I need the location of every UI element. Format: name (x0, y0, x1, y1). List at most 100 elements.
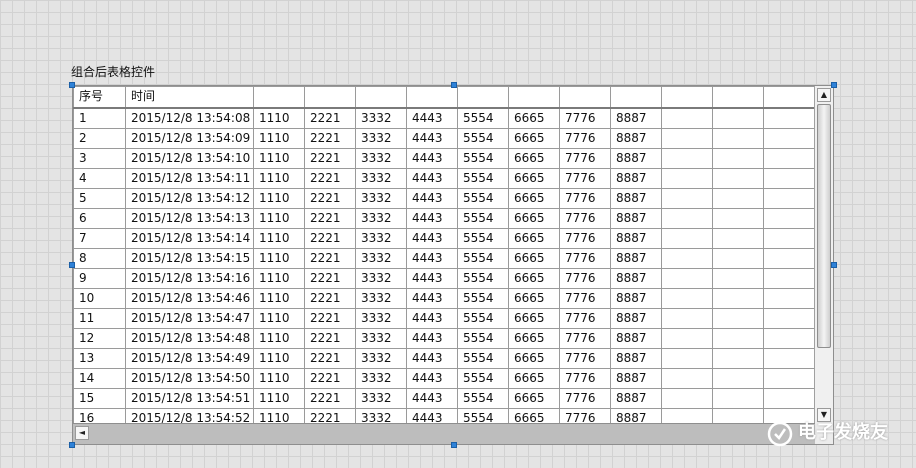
table-cell[interactable]: 3332 (355, 147, 407, 169)
table-cell[interactable] (763, 387, 815, 409)
table-cell[interactable]: 5554 (457, 187, 509, 209)
table-cell[interactable]: 3332 (355, 347, 407, 369)
table-cell[interactable]: 3332 (355, 207, 407, 229)
table-cell[interactable]: 1 (73, 107, 126, 129)
table-cell[interactable]: 2015/12/8 13:54:48 (125, 327, 254, 349)
table-cell[interactable]: 14 (73, 367, 126, 389)
table-cell[interactable] (661, 307, 713, 329)
table-cell[interactable]: 6665 (508, 347, 560, 369)
table-cell[interactable]: 1110 (253, 187, 305, 209)
table-cell[interactable] (661, 107, 713, 129)
table-cell[interactable]: 3332 (355, 287, 407, 309)
table-cell[interactable]: 7776 (559, 347, 611, 369)
table-cell[interactable] (763, 287, 815, 309)
table-cell[interactable]: 3332 (355, 187, 407, 209)
table-cell[interactable]: 1110 (253, 107, 305, 129)
resize-handle-top[interactable] (451, 82, 457, 88)
table-cell[interactable]: 6665 (508, 287, 560, 309)
table-cell[interactable]: 2015/12/8 13:54:47 (125, 307, 254, 329)
table-cell[interactable]: 8887 (610, 327, 662, 349)
column-header[interactable] (304, 86, 356, 109)
table-cell[interactable]: 1110 (253, 247, 305, 269)
table-cell[interactable]: 1110 (253, 367, 305, 389)
table-cell[interactable] (661, 147, 713, 169)
table-cell[interactable] (661, 227, 713, 249)
table-cell[interactable]: 2221 (304, 267, 356, 289)
table-cell[interactable]: 7776 (559, 307, 611, 329)
table-cell[interactable] (712, 287, 764, 309)
table-cell[interactable]: 2221 (304, 367, 356, 389)
table-cell[interactable]: 8887 (610, 367, 662, 389)
resize-handle-top-left[interactable] (69, 82, 75, 88)
table-cell[interactable]: 2015/12/8 13:54:09 (125, 127, 254, 149)
table-cell[interactable]: 4443 (406, 227, 458, 249)
resize-handle-bottom-left[interactable] (69, 442, 75, 448)
column-header[interactable] (508, 86, 560, 109)
table-cell[interactable]: 5554 (457, 307, 509, 329)
column-header[interactable] (610, 86, 662, 109)
table-cell[interactable]: 2221 (304, 387, 356, 409)
table-cell[interactable]: 2015/12/8 13:54:14 (125, 227, 254, 249)
table-cell[interactable]: 4443 (406, 327, 458, 349)
column-header[interactable] (253, 86, 305, 109)
table-cell[interactable]: 3332 (355, 307, 407, 329)
table-cell[interactable] (712, 347, 764, 369)
column-header[interactable] (355, 86, 407, 109)
table-cell[interactable] (661, 347, 713, 369)
table-cell[interactable] (661, 127, 713, 149)
table-cell[interactable] (712, 307, 764, 329)
table-cell[interactable]: 6665 (508, 307, 560, 329)
table-cell[interactable]: 1110 (253, 267, 305, 289)
table-cell[interactable] (763, 107, 815, 129)
table-cell[interactable]: 8887 (610, 387, 662, 409)
table-cell[interactable]: 4443 (406, 367, 458, 389)
table-cell[interactable]: 6665 (508, 387, 560, 409)
table-cell[interactable]: 1110 (253, 147, 305, 169)
table-control[interactable]: 序号 时间 1 2015/12/8 13:54:08 1110 2221 3332 4443 5… (72, 85, 834, 445)
column-header[interactable]: 序号 (73, 86, 126, 109)
table-cell[interactable]: 6665 (508, 247, 560, 269)
table-cell[interactable]: 2015/12/8 13:54:13 (125, 207, 254, 229)
table-cell[interactable]: 4443 (406, 387, 458, 409)
resize-handle-left[interactable] (69, 262, 75, 268)
table-cell[interactable] (712, 207, 764, 229)
table-cell[interactable]: 7776 (559, 387, 611, 409)
table-cell[interactable]: 6665 (508, 267, 560, 289)
column-header[interactable] (559, 86, 611, 109)
scroll-up-icon[interactable]: ▲ (817, 88, 831, 102)
table-cell[interactable]: 5554 (457, 107, 509, 129)
table-cell[interactable]: 4443 (406, 347, 458, 369)
table-cell[interactable]: 8887 (610, 207, 662, 229)
table-cell[interactable] (712, 127, 764, 149)
table-cell[interactable]: 3332 (355, 327, 407, 349)
table-cell[interactable]: 8887 (610, 347, 662, 369)
table-cell[interactable] (712, 187, 764, 209)
column-header[interactable] (661, 86, 713, 109)
resize-handle-right[interactable] (831, 262, 837, 268)
table-cell[interactable] (712, 267, 764, 289)
table-cell[interactable]: 4443 (406, 267, 458, 289)
column-header[interactable] (457, 86, 509, 109)
table-cell[interactable]: 7 (73, 227, 126, 249)
table-cell[interactable]: 8 (73, 247, 126, 269)
table-cell[interactable]: 8887 (610, 167, 662, 189)
table-cell[interactable]: 3332 (355, 227, 407, 249)
table-cell[interactable]: 8887 (610, 287, 662, 309)
table-cell[interactable]: 4443 (406, 107, 458, 129)
table-cell[interactable] (763, 167, 815, 189)
table-cell[interactable]: 2015/12/8 13:54:16 (125, 267, 254, 289)
table-cell[interactable]: 1110 (253, 307, 305, 329)
table-cell[interactable] (763, 147, 815, 169)
table-cell[interactable]: 1110 (253, 127, 305, 149)
table-cell[interactable] (763, 247, 815, 269)
table-cell[interactable] (763, 367, 815, 389)
table-cell[interactable]: 8887 (610, 107, 662, 129)
table-cell[interactable] (661, 287, 713, 309)
table-cell[interactable]: 7776 (559, 367, 611, 389)
table-cell[interactable]: 2221 (304, 147, 356, 169)
table-cell[interactable]: 8887 (610, 147, 662, 169)
table-cell[interactable]: 1110 (253, 167, 305, 189)
table-cell[interactable]: 8887 (610, 247, 662, 269)
table-cell[interactable]: 7776 (559, 267, 611, 289)
table-cell[interactable] (661, 267, 713, 289)
